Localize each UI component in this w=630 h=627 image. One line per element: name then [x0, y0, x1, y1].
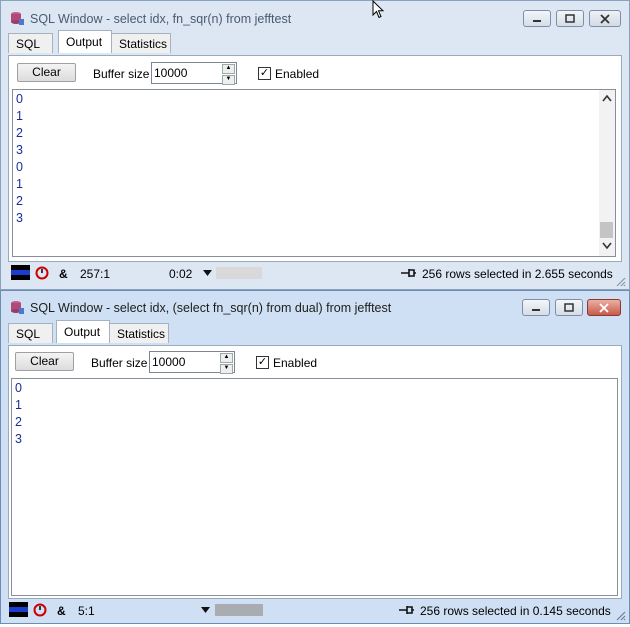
vertical-scrollbar[interactable] — [599, 90, 615, 256]
output-line: 3 — [16, 211, 23, 225]
output-line: 3 — [16, 143, 23, 157]
enabled-label: Enabled — [273, 356, 318, 370]
maximize-button[interactable] — [556, 10, 584, 27]
status-bar: & 257:1 0:02 256 rows selected in 2.655 … — [8, 263, 613, 285]
minimize-icon — [533, 19, 541, 22]
tab-statistics[interactable]: Statistics — [111, 33, 171, 53]
output-line: 0 — [15, 381, 22, 395]
progress-bar — [215, 604, 263, 616]
close-icon — [600, 13, 610, 24]
output-line: 3 — [15, 432, 22, 446]
status-bar: & 5:1 256 rows selected in 0.145 seconds — [8, 600, 613, 622]
minimize-button[interactable] — [522, 299, 550, 316]
buffer-size-input[interactable]: 10000 ▲ ▼ — [151, 62, 237, 85]
spin-down-icon[interactable]: ▼ — [222, 75, 235, 85]
spin-arrows[interactable]: ▲ ▼ — [220, 353, 233, 374]
substitution-icon[interactable]: & — [59, 267, 68, 281]
tab-output[interactable]: Output — [58, 30, 112, 53]
output-line: 2 — [16, 194, 23, 208]
buffer-size-label: Buffer size — [93, 67, 150, 81]
minimize-button[interactable] — [523, 10, 551, 27]
timer-icon[interactable] — [35, 266, 49, 280]
output-line: 1 — [16, 109, 23, 123]
spin-up-icon[interactable]: ▲ — [220, 353, 233, 363]
status-message: 256 rows selected in 0.145 seconds — [420, 604, 611, 618]
scroll-up-icon[interactable] — [602, 94, 612, 102]
output-line: 0 — [16, 92, 23, 106]
tab-sql[interactable]: SQL — [8, 33, 53, 53]
output-line: 0 — [16, 160, 23, 174]
dropdown-arrow-icon[interactable] — [203, 270, 212, 276]
output-area[interactable]: 0 1 2 3 — [11, 378, 618, 596]
output-panel: Clear Buffer size 10000 ▲ ▼ ✓ Enabled 0 … — [8, 55, 622, 262]
output-panel: Clear Buffer size 10000 ▲ ▼ ✓ Enabled 0 … — [8, 345, 622, 599]
output-area[interactable]: 0 1 2 3 0 1 2 3 — [12, 89, 616, 257]
maximize-icon — [565, 14, 575, 23]
close-icon — [599, 302, 609, 313]
output-line: 2 — [16, 126, 23, 140]
buffer-size-value: 10000 — [154, 66, 188, 80]
status-message: 256 rows selected in 2.655 seconds — [422, 267, 613, 281]
database-icon — [11, 301, 24, 314]
window-title: SQL Window - select idx, (select fn_sqr(… — [30, 301, 392, 315]
tab-output[interactable]: Output — [56, 320, 110, 343]
buffer-size-label: Buffer size — [91, 356, 148, 370]
resize-grip-icon[interactable] — [616, 277, 626, 287]
output-line: 1 — [15, 398, 22, 412]
minimize-icon — [532, 308, 540, 311]
clear-button[interactable]: Clear — [17, 63, 76, 82]
progress-bar — [216, 267, 262, 279]
buffer-size-value: 10000 — [152, 355, 186, 369]
scroll-down-icon[interactable] — [602, 242, 612, 250]
substitution-icon[interactable]: & — [57, 604, 66, 618]
output-line: 2 — [15, 415, 22, 429]
spin-down-icon[interactable]: ▼ — [220, 364, 233, 374]
scroll-thumb[interactable] — [600, 222, 613, 238]
pin-icon — [399, 606, 414, 614]
buffer-size-input[interactable]: 10000 ▲ ▼ — [149, 351, 235, 374]
sql-window-1: SQL Window - select idx, fn_sqr(n) from … — [0, 0, 630, 290]
maximize-button[interactable] — [555, 299, 583, 316]
clear-button[interactable]: Clear — [15, 352, 74, 371]
enabled-checkbox[interactable]: ✓ — [258, 67, 271, 80]
tab-sql[interactable]: SQL — [8, 323, 53, 343]
title-bar[interactable]: SQL Window - select idx, fn_sqr(n) from … — [1, 1, 629, 31]
resize-grip-icon[interactable] — [616, 611, 626, 621]
close-button[interactable] — [587, 299, 621, 316]
title-bar[interactable]: SQL Window - select idx, (select fn_sqr(… — [1, 291, 629, 321]
cursor-position: 5:1 — [78, 604, 95, 618]
output-line: 1 — [16, 177, 23, 191]
connection-flag-icon — [11, 265, 30, 280]
dropdown-arrow-icon[interactable] — [201, 607, 210, 613]
enabled-checkbox[interactable]: ✓ — [256, 356, 269, 369]
enabled-label: Enabled — [275, 67, 320, 81]
close-button[interactable] — [589, 10, 621, 27]
timer-icon[interactable] — [33, 603, 47, 617]
window-title: SQL Window - select idx, fn_sqr(n) from … — [30, 12, 292, 26]
mouse-cursor-icon — [372, 0, 385, 19]
maximize-icon — [564, 303, 574, 312]
pin-icon — [401, 269, 416, 277]
database-icon — [11, 12, 24, 25]
spin-arrows[interactable]: ▲ ▼ — [222, 64, 235, 85]
elapsed-time: 0:02 — [169, 267, 193, 281]
connection-flag-icon — [9, 602, 28, 617]
spin-up-icon[interactable]: ▲ — [222, 64, 235, 74]
cursor-position: 257:1 — [80, 267, 111, 281]
tab-statistics[interactable]: Statistics — [109, 323, 169, 343]
sql-window-2: SQL Window - select idx, (select fn_sqr(… — [0, 290, 630, 624]
